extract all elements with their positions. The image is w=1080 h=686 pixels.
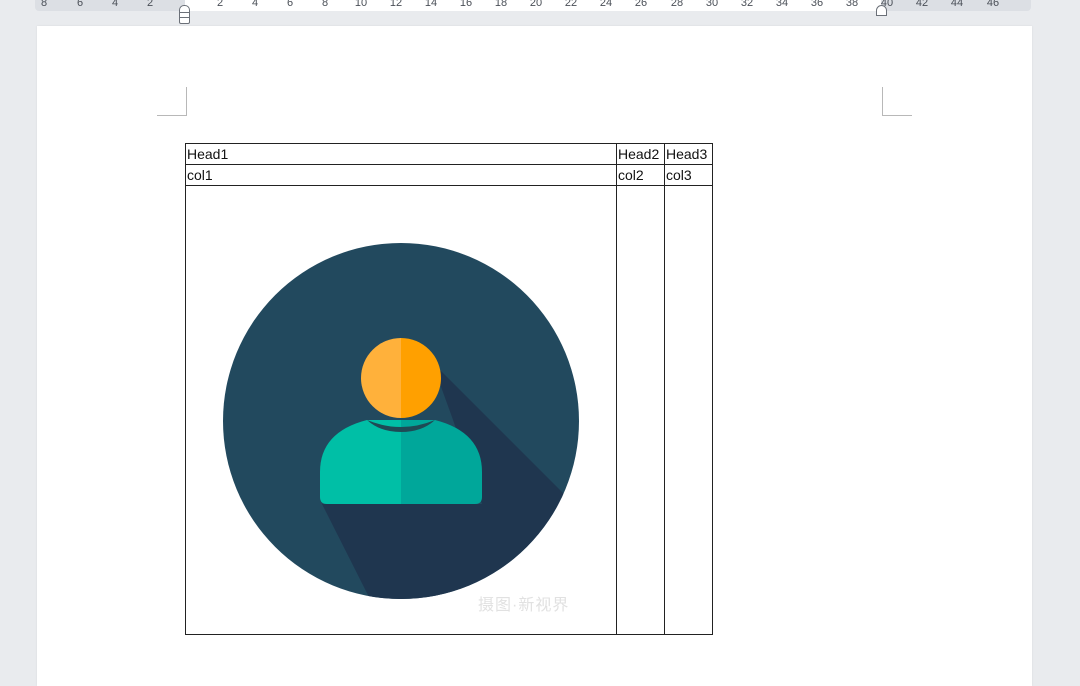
ruler-tick: 6 <box>76 0 84 9</box>
ruler-tick: 36 <box>810 0 824 9</box>
ruler-tick: 6 <box>286 0 294 9</box>
table-cell[interactable]: col3 <box>664 164 713 186</box>
ruler-tick: 28 <box>670 0 684 9</box>
table-header-cell[interactable]: Head2 <box>616 143 665 165</box>
document-table[interactable]: Head1 Head2 Head3 col1 col2 col3 摄图·新视界 <box>185 143 713 635</box>
ruler-tick: 22 <box>564 0 578 9</box>
avatar-graphic <box>223 243 579 599</box>
table-header-cell[interactable]: Head1 <box>185 143 617 165</box>
table-image-row: 摄图·新视界 <box>185 185 713 635</box>
ruler-tick: 18 <box>494 0 508 9</box>
ruler-tick: 32 <box>740 0 754 9</box>
ruler-tick: 34 <box>775 0 789 9</box>
ruler-tick: 4 <box>251 0 259 9</box>
ruler-tick: 26 <box>634 0 648 9</box>
ruler-tick: 46 <box>986 0 1000 9</box>
table-row: col1 col2 col3 <box>185 164 713 186</box>
ruler-tick: 14 <box>424 0 438 9</box>
ruler-tick: 4 <box>111 0 119 9</box>
table-cell[interactable]: col1 <box>185 164 617 186</box>
table-cell[interactable] <box>616 185 665 635</box>
table-header-cell[interactable]: Head3 <box>664 143 713 165</box>
ruler-tick: 24 <box>599 0 613 9</box>
right-indent-marker[interactable] <box>876 5 887 16</box>
ruler-tick: 30 <box>705 0 719 9</box>
ruler-tick: 2 <box>216 0 224 9</box>
user-avatar-icon[interactable] <box>222 242 580 600</box>
document-page[interactable]: Head1 Head2 Head3 col1 col2 col3 摄图·新视界 <box>37 26 1032 686</box>
ruler-tick: 38 <box>845 0 859 9</box>
ruler-tick: 12 <box>389 0 403 9</box>
left-indent-marker[interactable] <box>179 17 190 24</box>
ruler-tick: 2 <box>146 0 154 9</box>
top-right-margin-mark <box>882 87 912 116</box>
ruler-tick: 42 <box>915 0 929 9</box>
table-cell[interactable]: col2 <box>616 164 665 186</box>
image-watermark: 摄图·新视界 <box>478 597 570 614</box>
top-left-margin-mark <box>157 87 187 116</box>
ruler-tick: 44 <box>950 0 964 9</box>
ruler-tick: 8 <box>40 0 48 9</box>
ruler-tick: 16 <box>459 0 473 9</box>
ruler-tick: 20 <box>529 0 543 9</box>
table-header-row: Head1 Head2 Head3 <box>185 143 713 165</box>
ruler-tick: 8 <box>321 0 329 9</box>
table-cell[interactable] <box>664 185 713 635</box>
image-cell[interactable]: 摄图·新视界 <box>185 185 617 635</box>
ruler-tick: 10 <box>354 0 368 9</box>
